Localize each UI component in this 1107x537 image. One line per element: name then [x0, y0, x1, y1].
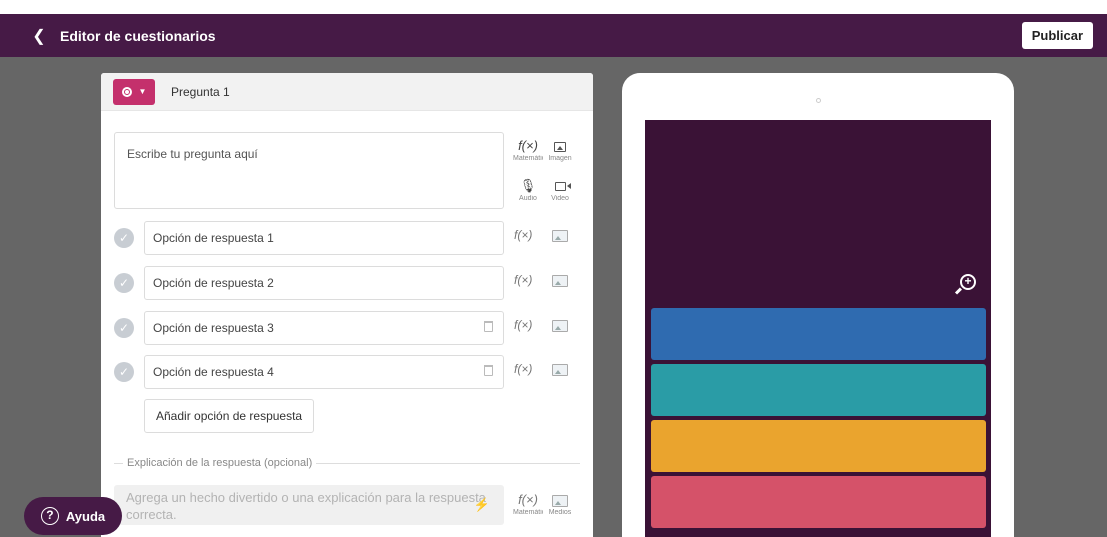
back-button[interactable]: ❮ [24, 21, 54, 51]
answer-option-row: ✓ Opción de respuesta 3 f(×) [114, 311, 584, 345]
microphone-icon: 🎙 [519, 178, 537, 193]
question-number-label: Pregunta 1 [171, 84, 230, 99]
question-audio-button[interactable]: 🎙 Audio [513, 177, 543, 202]
answer-option-text: Opción de respuesta 3 [153, 321, 274, 335]
math-function-icon: f(×) [518, 138, 538, 153]
editor-stage: ▼ Pregunta 1 Escribe tu pregunta aquí f(… [0, 57, 1107, 537]
answer-option-row: ✓ Opción de respuesta 1 f(×) [114, 221, 584, 255]
question-circle-icon: ? [40, 507, 59, 525]
question-header: ▼ Pregunta 1 [101, 73, 593, 111]
correct-answer-check-icon[interactable]: ✓ [114, 273, 134, 293]
image-icon [554, 141, 566, 152]
image-icon[interactable] [552, 364, 568, 376]
media-label: Medios [548, 509, 572, 516]
correct-answer-check-icon[interactable]: ✓ [114, 318, 134, 338]
answer-option-input[interactable]: Opción de respuesta 4 [144, 355, 504, 389]
image-icon[interactable] [552, 320, 568, 332]
radio-button-icon [121, 86, 132, 97]
video-label: Video [551, 195, 569, 202]
divider [114, 462, 123, 464]
lightning-icon[interactable]: ⚡ [474, 496, 490, 513]
math-function-icon[interactable]: f(×) [514, 318, 532, 332]
page-title: Editor de cuestionarios [60, 27, 216, 44]
help-label: Ayuda [65, 508, 106, 524]
image-icon[interactable] [552, 230, 568, 242]
answer-option-input[interactable]: Opción de respuesta 2 [144, 266, 504, 300]
preview-answer-tile [651, 420, 986, 472]
preview-answer-tile [651, 308, 986, 360]
explanation-section-label: Explicación de la respuesta (opcional) [114, 456, 580, 470]
preview-answer-tile [651, 476, 986, 528]
zoom-in-icon[interactable]: + [954, 274, 976, 296]
math-function-icon[interactable]: f(×) [514, 273, 532, 287]
answer-option-text: Opción de respuesta 4 [153, 365, 274, 379]
tablet-preview: + [622, 73, 1014, 537]
answer-option-input[interactable]: Opción de respuesta 1 [144, 221, 504, 255]
image-label: Imagen [548, 155, 572, 162]
top-strip [0, 0, 1107, 14]
audio-label: Audio [519, 195, 537, 202]
trash-icon[interactable] [484, 321, 493, 332]
question-image-button[interactable]: Imagen [545, 137, 575, 162]
explanation-input[interactable]: Agrega un hecho divertido o una explicac… [114, 485, 504, 525]
math-label: Matemáticas [513, 155, 543, 162]
math-function-icon[interactable]: f(×) [514, 228, 532, 242]
explanation-label: Explicación de la respuesta (opcional) [127, 457, 313, 469]
help-button[interactable]: ? Ayuda [24, 497, 122, 535]
question-video-button[interactable]: Video [545, 177, 575, 202]
question-input[interactable]: Escribe tu pregunta aquí [114, 132, 504, 209]
explanation-placeholder: Agrega un hecho divertido o una explicac… [126, 490, 486, 522]
video-icon [554, 182, 571, 192]
question-type-dropdown[interactable]: ▼ [113, 78, 155, 105]
math-function-icon: f(×) [518, 492, 538, 507]
image-icon[interactable] [552, 275, 568, 287]
explanation-math-button[interactable]: f(×) Matemáticas [513, 491, 543, 516]
answer-option-row: ✓ Opción de respuesta 4 f(×) [114, 355, 584, 389]
preview-answer-tile [651, 364, 986, 416]
math-function-icon[interactable]: f(×) [514, 362, 532, 376]
answer-option-input[interactable]: Opción de respuesta 3 [144, 311, 504, 345]
correct-answer-check-icon[interactable]: ✓ [114, 228, 134, 248]
trash-icon[interactable] [484, 365, 493, 376]
correct-answer-check-icon[interactable]: ✓ [114, 362, 134, 382]
question-math-button[interactable]: f(×) Matemáticas [513, 137, 543, 162]
divider [316, 462, 580, 464]
math-label: Matemáticas [513, 509, 543, 516]
chevron-left-icon: ❮ [32, 27, 46, 45]
preview-screen: + [645, 120, 991, 537]
app-header: ❮ Editor de cuestionarios Publicar [0, 14, 1107, 57]
chevron-down-icon: ▼ [138, 87, 147, 96]
answer-option-row: ✓ Opción de respuesta 2 f(×) [114, 266, 584, 300]
publish-button[interactable]: Publicar [1021, 22, 1093, 49]
camera-dot [816, 98, 821, 103]
media-icon [552, 494, 568, 507]
explanation-media-button[interactable]: Medios [545, 491, 575, 516]
add-answer-option-button[interactable]: Añadir opción de respuesta [144, 399, 315, 433]
question-editor-panel: ▼ Pregunta 1 Escribe tu pregunta aquí f(… [101, 73, 593, 537]
